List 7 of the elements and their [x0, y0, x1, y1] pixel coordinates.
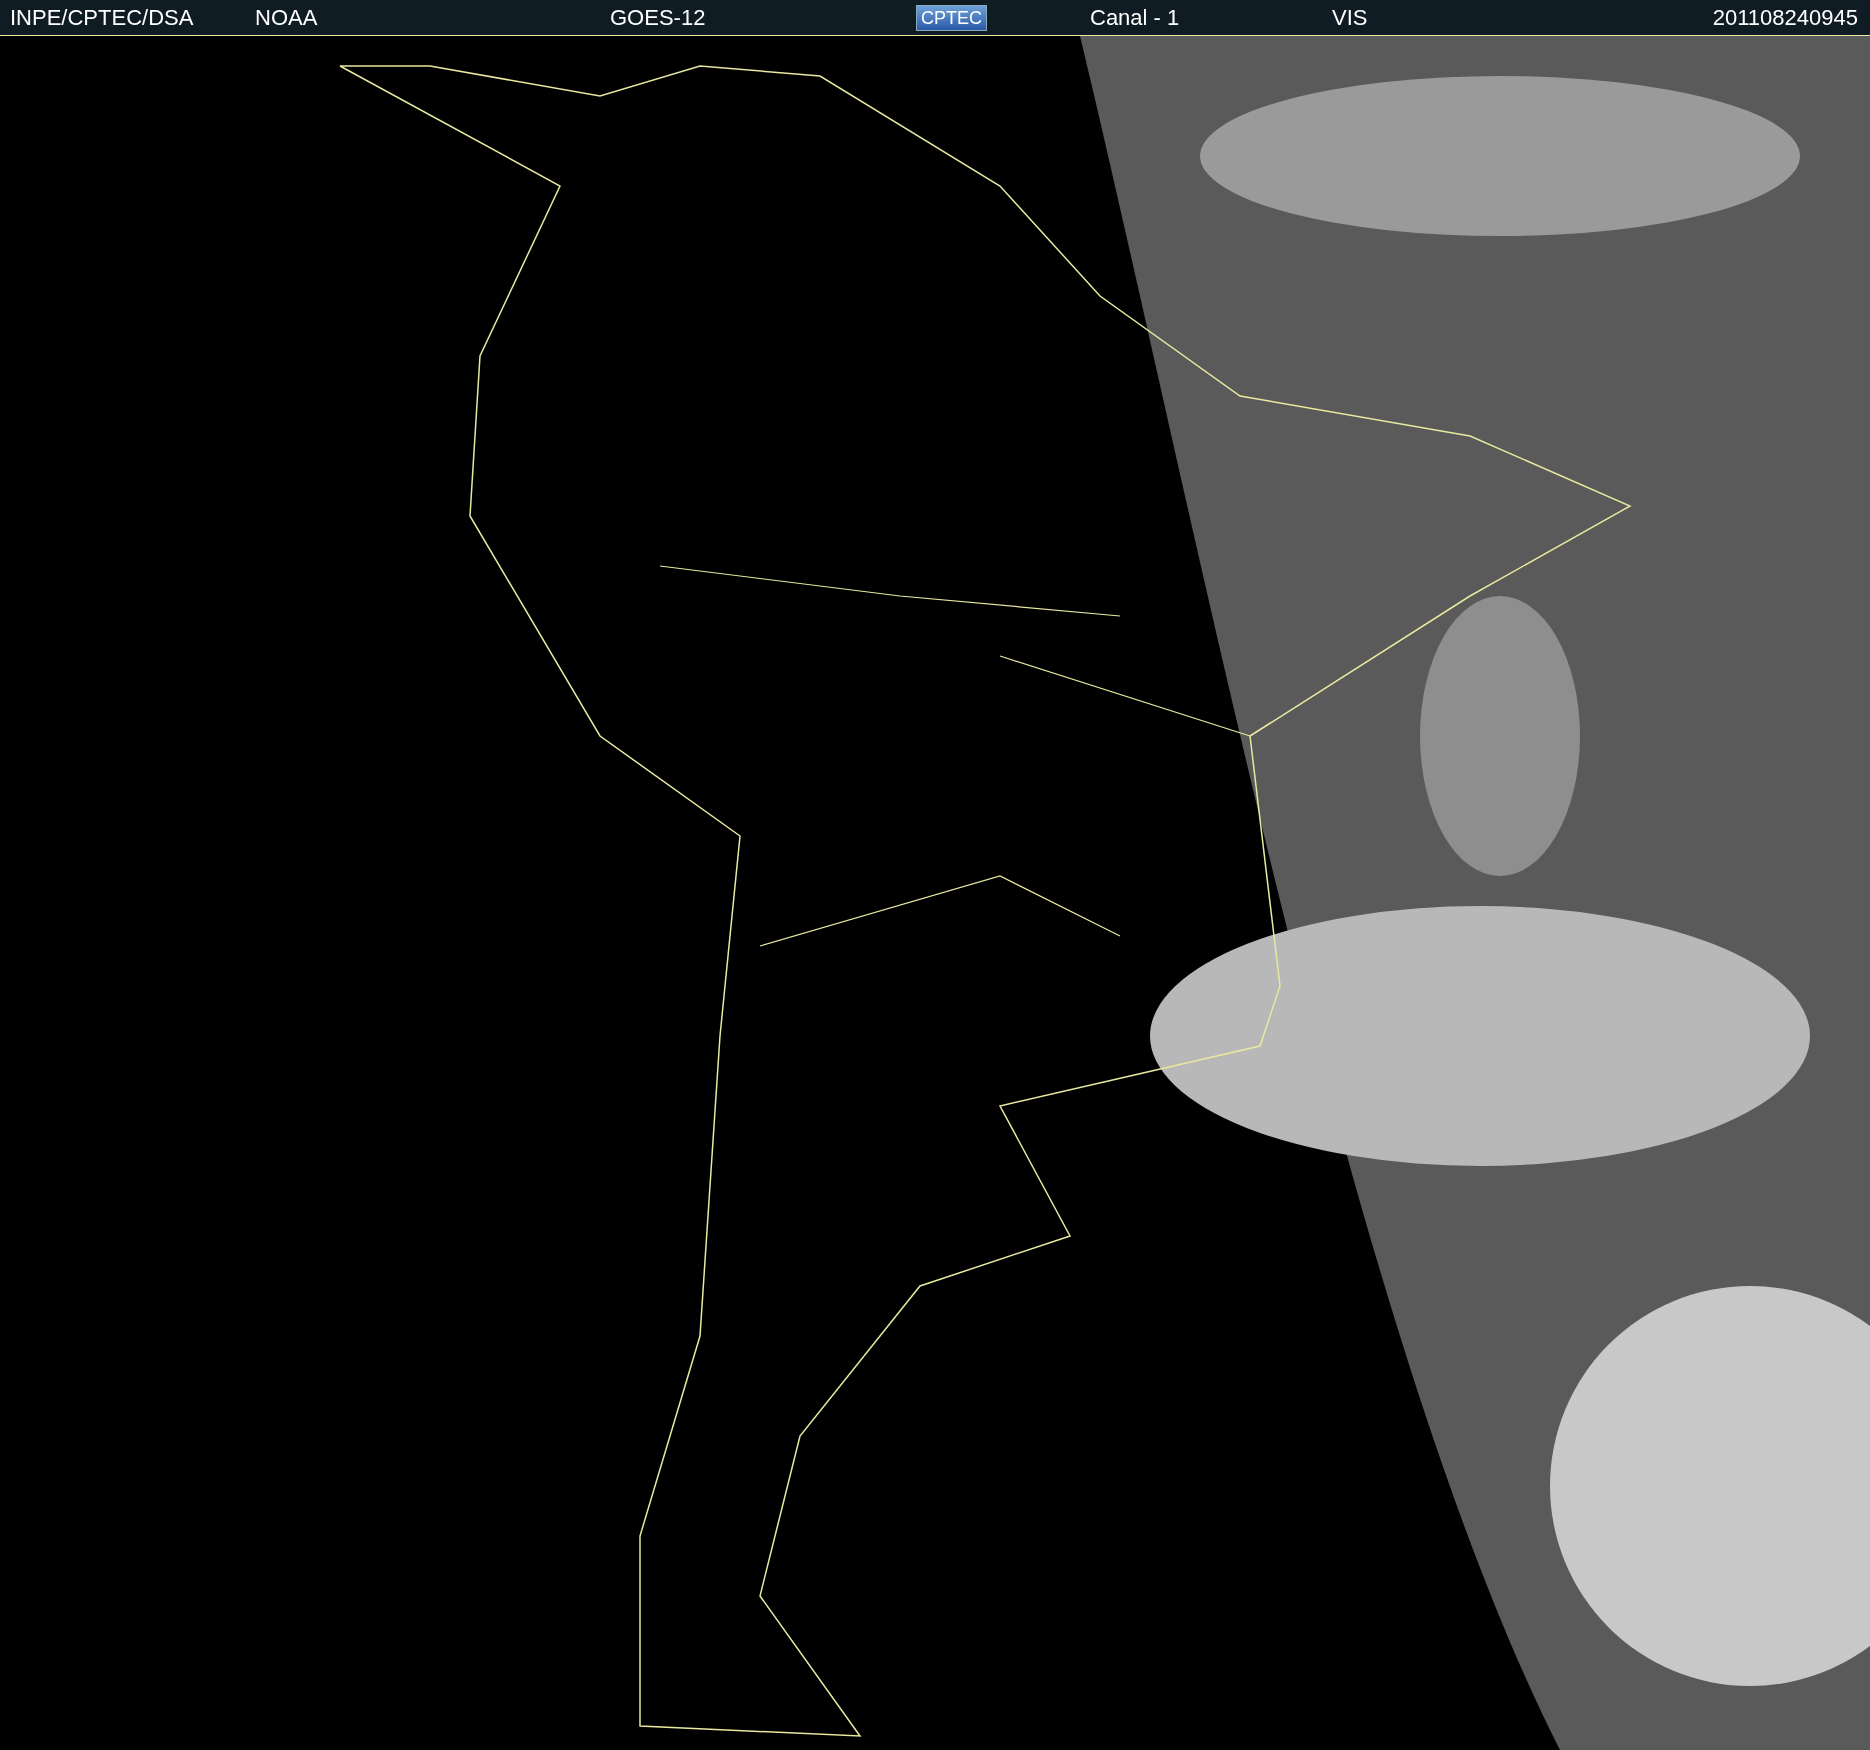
header-label: 201108240945: [1712, 6, 1858, 29]
header-label: INPE/CPTEC/DSA: [10, 6, 194, 29]
header-label: GOES-12: [610, 6, 706, 29]
logo: CPTEC: [916, 4, 987, 31]
header-label: VIS: [1332, 6, 1368, 29]
header-label: Canal - 1: [1090, 6, 1180, 29]
header-label: NOAA: [255, 6, 318, 29]
